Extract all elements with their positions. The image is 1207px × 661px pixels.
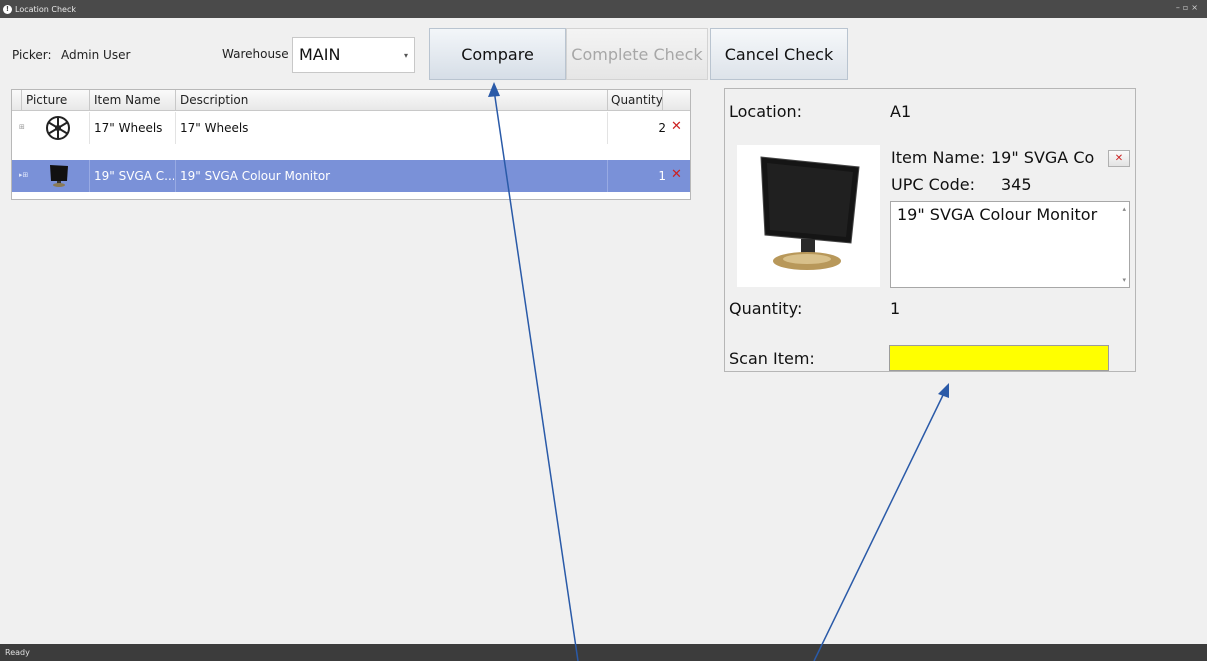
column-header-picture[interactable]: Picture [26, 93, 67, 107]
location-value: A1 [890, 102, 912, 121]
description-cell: 17" Wheels [180, 121, 249, 135]
item-detail-panel: Location: A1 Item Name: 19" SVGA Co ✕ UP… [724, 88, 1136, 372]
status-text: Ready [5, 648, 30, 657]
warehouse-label: Warehouse [222, 47, 289, 61]
description-cell: 19" SVGA Colour Monitor [180, 169, 331, 183]
description-textarea[interactable]: 19" SVGA Colour Monitor ▴ ▾ [890, 201, 1130, 288]
arrow-head-scan-item [938, 383, 949, 398]
quantity-label: Quantity: [729, 299, 803, 318]
row-expander-icon[interactable]: ⊞ [19, 123, 25, 131]
delete-row-icon[interactable]: ✕ [671, 119, 682, 134]
item-name-value: 19" SVGA Co [991, 148, 1095, 167]
quantity-value: 1 [890, 299, 901, 318]
scan-item-label: Scan Item: [729, 349, 815, 368]
compare-button[interactable]: Compare [429, 28, 566, 80]
scroll-down-icon[interactable]: ▾ [1122, 276, 1126, 284]
picker-value: Admin User [61, 48, 131, 62]
window-title: Location Check [15, 4, 76, 14]
column-header-description[interactable]: Description [180, 93, 248, 107]
clear-icon[interactable]: ✕ [1108, 150, 1130, 167]
monitor-icon [755, 155, 863, 279]
upc-code-label: UPC Code: [891, 175, 975, 194]
monitor-icon [48, 164, 70, 191]
item-image [737, 145, 880, 287]
item-name-cell: 19" SVGA C... [94, 169, 174, 183]
column-header-quantity[interactable]: Quantity [611, 93, 663, 107]
complete-check-button[interactable]: Complete Check [566, 28, 708, 80]
delete-row-icon[interactable]: ✕ [671, 167, 682, 182]
grid-row-selected[interactable]: ▸⊞ 19" SVGA C... 19" SVGA Colour Monitor… [12, 160, 690, 192]
item-name-cell: 17" Wheels [94, 121, 163, 135]
window-controls[interactable]: –▫× [1176, 3, 1201, 12]
location-check-window: ! Location Check –▫× Picker: Admin User … [0, 0, 1207, 661]
picker-label: Picker: [12, 48, 52, 62]
app-icon: ! [3, 4, 12, 14]
description-text: 19" SVGA Colour Monitor [897, 205, 1098, 224]
close-icon[interactable]: × [1191, 3, 1201, 12]
quantity-cell: 2 [658, 121, 666, 135]
dropdown-arrow-icon[interactable]: ▾ [404, 51, 408, 60]
scan-item-input[interactable] [889, 345, 1109, 371]
cancel-check-button[interactable]: Cancel Check [710, 28, 848, 80]
row-expander-icon[interactable]: ▸⊞ [19, 171, 28, 179]
warehouse-select[interactable]: MAIN ▾ [292, 37, 415, 73]
arrow-to-scan-item [813, 390, 946, 661]
location-label: Location: [729, 102, 803, 121]
warehouse-select-value: MAIN [299, 45, 341, 64]
status-bar: Ready [0, 644, 1207, 661]
wheel-icon [45, 115, 71, 144]
minimize-icon[interactable]: – [1176, 3, 1183, 12]
item-name-label: Item Name: [891, 148, 986, 167]
quantity-cell: 1 [658, 169, 666, 183]
column-header-item-name[interactable]: Item Name [94, 93, 161, 107]
grid-header: Picture Item Name Description Quantity [12, 90, 690, 111]
grid-row[interactable]: ⊞ 17" Wheels 17" Wheels 2 ✕ [12, 112, 690, 144]
upc-code-value: 345 [1001, 175, 1032, 194]
title-bar: ! Location Check –▫× [0, 0, 1207, 18]
items-grid: Picture Item Name Description Quantity ⊞ [11, 89, 691, 200]
scroll-up-icon[interactable]: ▴ [1122, 205, 1126, 213]
